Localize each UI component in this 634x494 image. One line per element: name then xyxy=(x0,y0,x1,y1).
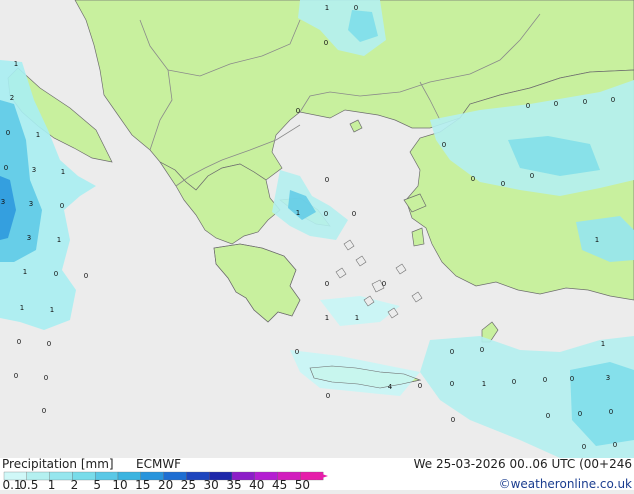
precip-value-label: 0 xyxy=(324,210,328,218)
precip-value-label: 0 xyxy=(326,392,330,400)
precip-value-label: 0 xyxy=(554,100,558,108)
precip-value-label: 0 xyxy=(512,378,516,386)
precip-value-label: 3 xyxy=(32,166,36,174)
precip-value-label: 0 xyxy=(480,346,484,354)
precip-value-label: 1 xyxy=(14,60,18,68)
precip-value-label: 0 xyxy=(526,102,530,110)
precip-value-label: 0 xyxy=(613,441,617,449)
scale-label: 45 xyxy=(272,478,287,490)
precipitation-map: 1 0 0 1 2 0 1 0 3 1 3 3 0 3 1 1 0 0 1 1 0 0 0 0 0 0 0 1 0 0 0 0 1 1 0 0 0 1 0 3… xyxy=(0,0,634,458)
precip-value-label: 3 xyxy=(27,234,31,242)
scale-label: 30 xyxy=(204,478,219,490)
precip-value-label: 1 xyxy=(601,340,605,348)
precip-value-label: 0 xyxy=(47,340,51,348)
precip-value-label: 0 xyxy=(501,180,505,188)
precip-value-label: 4 xyxy=(388,383,393,391)
precip-value-label: 1 xyxy=(50,306,54,314)
precip-value-label: 3 xyxy=(29,200,33,208)
scale-label: 2 xyxy=(71,478,79,490)
precip-value-label: 0 xyxy=(471,175,475,183)
precip-value-label: 0 xyxy=(17,338,21,346)
precip-value-label: 0 xyxy=(84,272,88,280)
precip-value-label: 0 xyxy=(354,4,358,12)
precip-value-label: 0 xyxy=(54,270,58,278)
scale-label: 0.5 xyxy=(19,478,38,490)
precip-value-label: 1 xyxy=(355,314,359,322)
precip-value-label: 0 xyxy=(418,382,422,390)
precip-value-label: 1 xyxy=(20,304,24,312)
legend-title: Precipitation [mm] xyxy=(2,458,114,471)
precip-value-label: 0 xyxy=(4,164,8,172)
scale-label: 20 xyxy=(158,478,173,490)
scale-label: 35 xyxy=(226,478,241,490)
precip-value-label: 0 xyxy=(611,96,615,104)
precip-value-label: 0 xyxy=(324,39,328,47)
legend-bar: Precipitation [mm] ECMWF We 25-03-2026 0… xyxy=(0,457,634,492)
precip-value-label: 0 xyxy=(450,380,454,388)
precip-value-label: 1 xyxy=(325,4,329,12)
precip-value-label: 1 xyxy=(482,380,486,388)
scale-label: 5 xyxy=(93,478,101,490)
precip-value-label: 1 xyxy=(595,236,599,244)
precip-value-label: 1 xyxy=(36,131,40,139)
legend-date: We 25-03-2026 00..06 UTC (00+246 xyxy=(414,458,632,471)
precip-value-label: 0 xyxy=(14,372,18,380)
scale-label: 25 xyxy=(181,478,196,490)
precip-value-label: 1 xyxy=(325,314,329,322)
precip-value-label: 0 xyxy=(352,210,356,218)
precip-value-label: 3 xyxy=(1,198,5,206)
scale-label: 15 xyxy=(135,478,150,490)
precip-value-label: 1 xyxy=(61,168,65,176)
scale-label: 50 xyxy=(295,478,310,490)
precip-value-label: 0 xyxy=(609,408,613,416)
precip-value-label: 0 xyxy=(325,280,329,288)
precip-value-label: 0 xyxy=(325,176,329,184)
precip-value-label: 0 xyxy=(295,348,299,356)
precip-value-label: 0 xyxy=(296,107,300,115)
precip-value-label: 0 xyxy=(583,98,587,106)
precip-value-label: 0 xyxy=(578,410,582,418)
precip-value-label: 1 xyxy=(57,236,61,244)
legend-model: ECMWF xyxy=(136,458,181,471)
precip-value-label: 0 xyxy=(42,407,46,415)
precip-value-label: 0 xyxy=(382,280,386,288)
precip-value-label: 0 xyxy=(442,141,446,149)
precip-value-label: 0 xyxy=(60,202,64,210)
precip-value-label: 0 xyxy=(44,374,48,382)
precip-value-label: 1 xyxy=(23,268,27,276)
precip-value-label: 2 xyxy=(10,94,14,102)
precip-value-label: 0 xyxy=(546,412,550,420)
scale-label: 40 xyxy=(249,478,264,490)
precip-value-label: 0 xyxy=(543,376,547,384)
credit-text: ©weatheronline.co.uk xyxy=(499,477,632,490)
precip-value-label: 0 xyxy=(530,172,534,180)
precip-value-label: 0 xyxy=(582,443,586,451)
precip-value-label: 0 xyxy=(450,348,454,356)
precip-value-label: 0 xyxy=(570,375,574,383)
precip-value-label: 3 xyxy=(606,374,610,382)
precip-value-label: 0 xyxy=(451,416,455,424)
precip-value-label: 0 xyxy=(6,129,10,137)
scale-label: 10 xyxy=(112,478,127,490)
precip-value-label: 1 xyxy=(296,209,300,217)
scale-label: 1 xyxy=(48,478,56,490)
